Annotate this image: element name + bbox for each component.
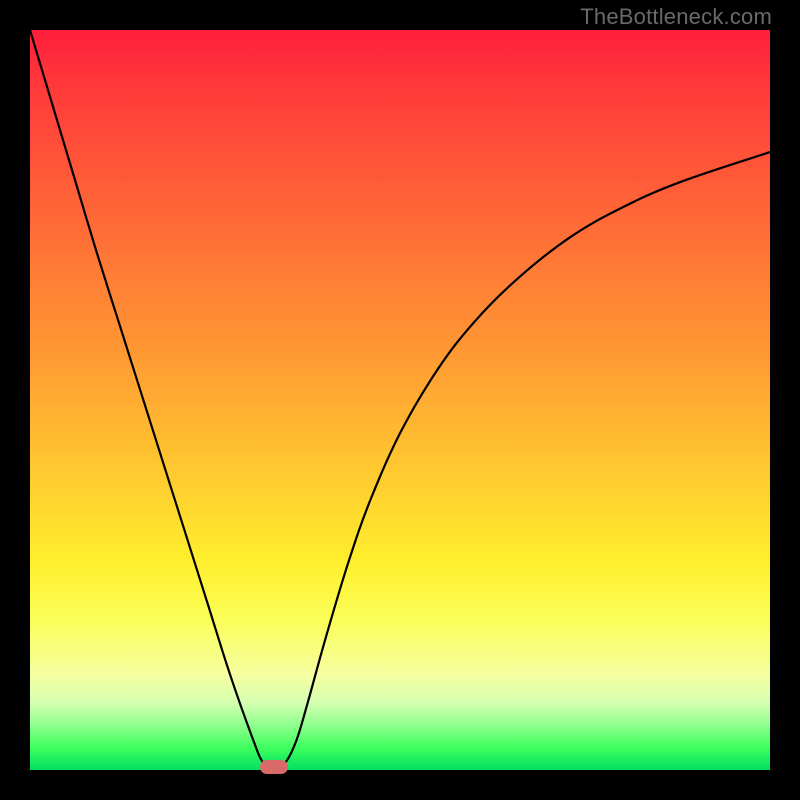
watermark-text: TheBottleneck.com xyxy=(580,4,772,30)
optimal-marker xyxy=(260,760,288,774)
plot-area xyxy=(30,30,770,770)
curve-svg xyxy=(30,30,770,770)
chart-stage: TheBottleneck.com xyxy=(0,0,800,800)
bottleneck-curve-path xyxy=(30,30,770,767)
